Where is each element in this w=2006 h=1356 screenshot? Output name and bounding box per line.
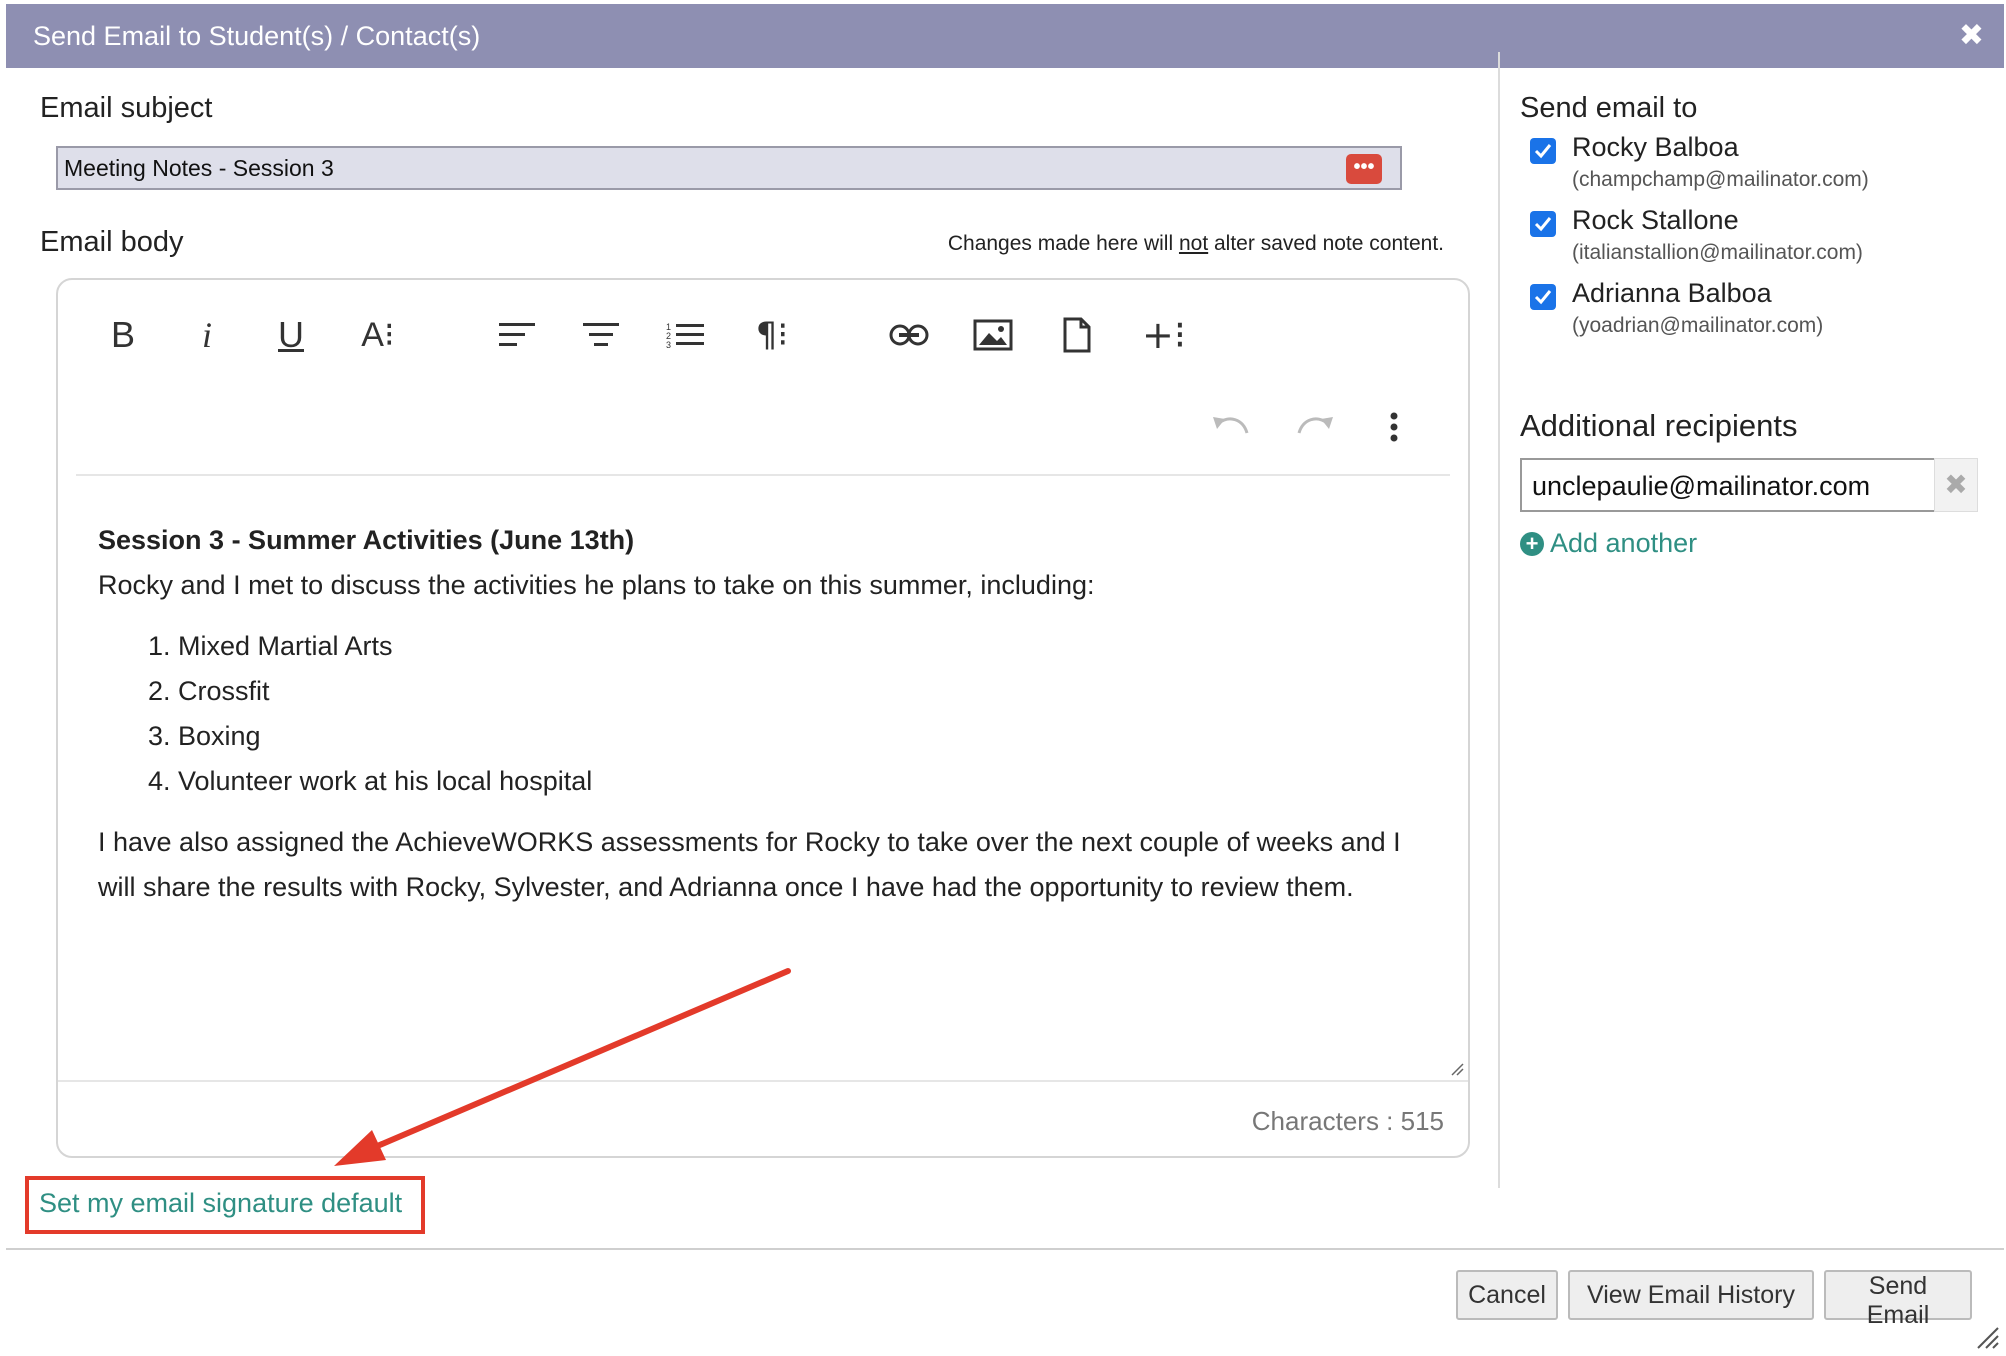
recipient-name: Rock Stallone bbox=[1572, 205, 1739, 235]
close-icon[interactable]: ✖ bbox=[1959, 18, 1984, 53]
image-icon[interactable] bbox=[968, 310, 1018, 360]
notice-suffix: alter saved note content. bbox=[1208, 232, 1444, 255]
add-another-label: Add another bbox=[1550, 528, 1698, 558]
additional-recipient-field[interactable] bbox=[1520, 458, 1936, 512]
editor-resize-handle[interactable] bbox=[1450, 1062, 1464, 1076]
view-email-history-button[interactable]: View Email History bbox=[1568, 1270, 1814, 1320]
link-icon[interactable] bbox=[884, 310, 934, 360]
dialog-resize-handle[interactable] bbox=[1974, 1324, 2000, 1350]
recipient-email: (italianstallion@mailinator.com) bbox=[1572, 241, 1863, 264]
insert-more-icon[interactable]: +⁝ bbox=[1136, 310, 1192, 360]
send-email-button[interactable]: Send Email bbox=[1824, 1270, 1972, 1329]
plus-circle-icon: + bbox=[1520, 531, 1544, 556]
list-item: Mixed Martial Arts bbox=[178, 624, 1428, 669]
toolbar-divider bbox=[76, 474, 1450, 476]
recipient-email: (champchamp@mailinator.com) bbox=[1572, 168, 1869, 191]
notice-emphasis: not bbox=[1178, 232, 1209, 255]
recipient-email: (yoadrian@mailinator.com) bbox=[1572, 314, 1824, 337]
column-divider bbox=[1498, 52, 1500, 1188]
email-subject-label: Email subject bbox=[40, 92, 213, 124]
recipient-checkbox[interactable] bbox=[1530, 211, 1556, 237]
recipient-checkbox[interactable] bbox=[1530, 138, 1556, 164]
email-subject-field[interactable]: ••• bbox=[56, 146, 1402, 190]
additional-recipient-input[interactable] bbox=[1532, 468, 1922, 504]
email-body-editor: B i U A⁝ 123 ¶⁝ +⁝ Session 3 - Summer Ac… bbox=[56, 278, 1470, 1158]
email-body-content[interactable]: Session 3 - Summer Activities (June 13th… bbox=[98, 518, 1428, 910]
svg-text:3: 3 bbox=[666, 340, 671, 349]
list-item: Boxing bbox=[178, 714, 1428, 759]
notice-prefix: Changes made here will bbox=[947, 232, 1179, 255]
italic-icon[interactable]: i bbox=[182, 310, 232, 360]
body-closing: I have also assigned the AchieveWORKS as… bbox=[98, 827, 1401, 902]
ordered-list-icon[interactable]: 123 bbox=[660, 310, 710, 360]
set-signature-default-link[interactable]: Set my email signature default bbox=[39, 1188, 402, 1219]
recipient-checkbox[interactable] bbox=[1530, 284, 1556, 310]
send-email-to-label: Send email to bbox=[1520, 92, 1698, 124]
align-center-icon[interactable] bbox=[576, 310, 626, 360]
bold-icon[interactable]: B bbox=[98, 310, 148, 360]
recipient-name: Rocky Balboa bbox=[1572, 132, 1739, 162]
more-options-icon[interactable] bbox=[1374, 402, 1414, 452]
body-heading: Session 3 - Summer Activities (June 13th… bbox=[98, 525, 635, 555]
send-email-dialog: Send Email to Student(s) / Contact(s) ✖ … bbox=[6, 4, 2004, 1356]
footer-divider bbox=[6, 1248, 2004, 1250]
cancel-button[interactable]: Cancel bbox=[1456, 1270, 1558, 1320]
body-intro: Rocky and I met to discuss the activitie… bbox=[98, 570, 1095, 600]
email-subject-input[interactable] bbox=[64, 152, 1334, 184]
remove-icon[interactable]: ✖ bbox=[1934, 458, 1978, 512]
list-item: Crossfit bbox=[178, 669, 1428, 714]
undo-icon[interactable] bbox=[1206, 402, 1256, 452]
activity-list: Mixed Martial Arts Crossfit Boxing Volun… bbox=[98, 624, 1428, 804]
align-left-icon[interactable] bbox=[492, 310, 542, 360]
underline-icon[interactable]: U bbox=[266, 310, 316, 360]
add-another-link[interactable]: + Add another bbox=[1520, 528, 1697, 559]
email-body-label: Email body bbox=[40, 226, 184, 258]
paragraph-icon[interactable]: ¶⁝ bbox=[744, 310, 800, 360]
list-item: Volunteer work at his local hospital bbox=[178, 759, 1428, 804]
additional-recipients-label: Additional recipients bbox=[1520, 408, 1798, 443]
dialog-title: Send Email to Student(s) / Contact(s) bbox=[33, 21, 481, 51]
file-icon[interactable] bbox=[1052, 310, 1102, 360]
body-notice: Changes made here will not alter saved n… bbox=[948, 232, 1444, 256]
dots-menu-icon[interactable]: ••• bbox=[1346, 154, 1382, 184]
recipient-name: Adrianna Balboa bbox=[1572, 278, 1772, 308]
editor-footer-divider bbox=[58, 1080, 1468, 1082]
dialog-titlebar: Send Email to Student(s) / Contact(s) ✖ bbox=[6, 4, 2004, 68]
text-size-icon[interactable]: A⁝ bbox=[350, 310, 406, 360]
character-count: Characters : 515 bbox=[1251, 1106, 1444, 1136]
redo-icon[interactable] bbox=[1290, 402, 1340, 452]
